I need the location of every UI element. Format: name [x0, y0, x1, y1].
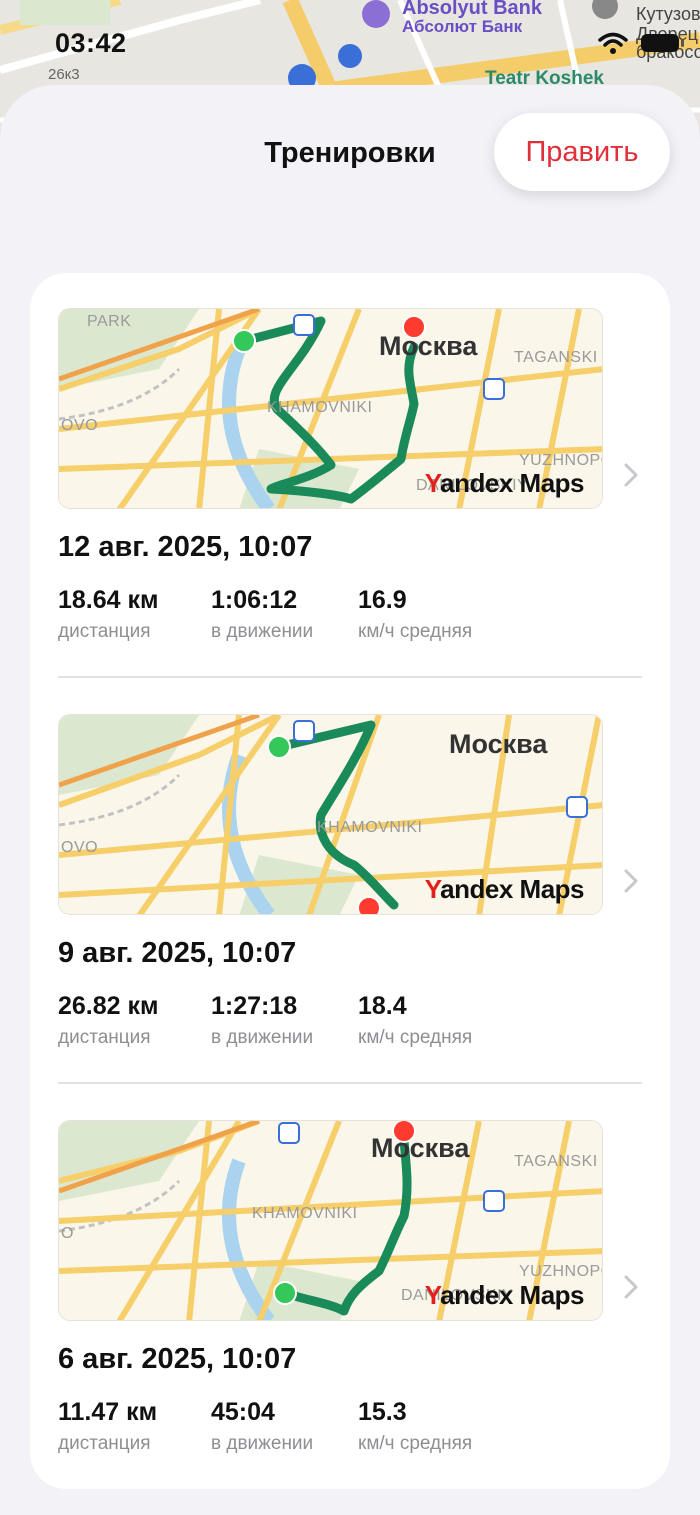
map-label-city: Москва	[371, 1133, 470, 1163]
workout-entry[interactable]: МоскваKHAMOVNIKITAGANSKIYUZHNOPORDANILOV…	[30, 1085, 670, 1490]
route-start-marker	[267, 735, 291, 759]
map-label-district3: YUZHNOPOR	[519, 1263, 602, 1280]
metro-icon	[293, 720, 315, 742]
stat-avg-speed: 18.4 км/ч средняя	[358, 992, 472, 1049]
route-map[interactable]: МоскваKHAMOVNIKIDANILOVSKIYOVO Yandex Ma…	[58, 714, 603, 915]
avg-speed-value: 16.9	[358, 586, 407, 614]
stat-moving-time: 1:06:12 в движении	[211, 586, 313, 643]
stat-moving-time: 1:27:18 в движении	[211, 992, 313, 1049]
map-label-district1: KHAMOVNIKI	[252, 1205, 358, 1222]
map-label-district6: OVO	[61, 839, 99, 856]
metro-icon	[293, 314, 315, 336]
distance-value: 11.47 км	[58, 1398, 158, 1426]
route-end-marker	[357, 896, 381, 914]
status-time: 03:42	[55, 28, 127, 58]
map-label-district6: O	[61, 1225, 74, 1242]
battery-icon	[641, 34, 684, 52]
wifi-icon	[598, 32, 628, 54]
distance-label: дистанция	[58, 1027, 151, 1048]
chevron-right-icon[interactable]	[624, 869, 638, 893]
yandex-maps-logo: Yandex Maps	[424, 1280, 585, 1310]
avg-speed-value: 15.3	[358, 1398, 407, 1426]
workout-date: 12 авг. 2025, 10:07	[58, 531, 313, 563]
place-kutuzov: Кутузов	[636, 4, 700, 24]
avg-speed-label: км/ч средняя	[358, 1027, 473, 1048]
stat-avg-speed: 15.3 км/ч средняя	[358, 1398, 472, 1455]
map-label-park: PARK	[87, 313, 132, 330]
divider	[58, 676, 642, 678]
distance-value: 26.82 км	[58, 992, 159, 1020]
yandex-maps-logo: Yandex Maps	[424, 874, 585, 904]
yandex-maps-logo: Yandex Maps	[424, 468, 585, 498]
avg-speed-label: км/ч средняя	[358, 1433, 473, 1454]
chevron-right-icon[interactable]	[624, 463, 638, 487]
map-label-district1: KHAMOVNIKI	[267, 399, 373, 416]
distance-label: дистанция	[58, 621, 151, 642]
map-label-city: Москва	[379, 331, 478, 361]
status-icons	[598, 32, 686, 54]
moving-time-value: 1:06:12	[211, 586, 298, 614]
moving-time-value: 45:04	[211, 1398, 275, 1426]
bank-name-ru: Абсолют Банк	[402, 17, 523, 36]
distance-value: 18.64 км	[58, 586, 159, 614]
workouts-list: МоскваPARKKHAMOVNIKITAGANSKIYUZHNOPORDAN…	[30, 273, 670, 1489]
distance-label: дистанция	[58, 1433, 151, 1454]
metro-icon	[278, 1122, 300, 1144]
edit-button[interactable]: Править	[494, 113, 670, 191]
workout-date: 6 авг. 2025, 10:07	[58, 1343, 297, 1375]
route-start-marker	[232, 329, 256, 353]
stat-distance: 18.64 км дистанция	[58, 586, 159, 643]
avg-speed-value: 18.4	[358, 992, 407, 1020]
chevron-right-icon[interactable]	[624, 1275, 638, 1299]
stat-moving-time: 45:04 в движении	[211, 1398, 313, 1455]
map-label-district1: KHAMOVNIKI	[317, 819, 423, 836]
workout-entry[interactable]: МоскваPARKKHAMOVNIKITAGANSKIYUZHNOPORDAN…	[30, 273, 670, 678]
stat-distance: 26.82 км дистанция	[58, 992, 159, 1049]
moving-time-value: 1:27:18	[211, 992, 298, 1020]
workout-entry[interactable]: МоскваKHAMOVNIKIDANILOVSKIYOVO Yandex Ma…	[30, 679, 670, 1084]
map-label-city: Москва	[449, 729, 548, 759]
stat-distance: 11.47 км дистанция	[58, 1398, 157, 1455]
moving-time-label: в движении	[211, 1433, 314, 1454]
metro-icon	[483, 378, 505, 400]
map-label-district2: TAGANSKI	[514, 349, 598, 366]
metro-icon	[566, 796, 588, 818]
workout-date: 9 авг. 2025, 10:07	[58, 937, 297, 969]
metro-icon	[483, 1190, 505, 1212]
divider	[58, 1082, 642, 1084]
stat-avg-speed: 16.9 км/ч средняя	[358, 586, 472, 643]
building-label: 26к3	[48, 66, 80, 83]
route-start-marker	[273, 1281, 297, 1305]
route-map[interactable]: МоскваKHAMOVNIKITAGANSKIYUZHNOPORDANILOV…	[58, 1120, 603, 1321]
avg-speed-label: км/ч средняя	[358, 621, 473, 642]
moving-time-label: в движении	[211, 621, 314, 642]
map-label-district6: OVO	[61, 417, 99, 434]
route-map[interactable]: МоскваPARKKHAMOVNIKITAGANSKIYUZHNOPORDAN…	[58, 308, 603, 509]
map-label-district2: TAGANSKI	[514, 1153, 598, 1170]
moving-time-label: в движении	[211, 1027, 314, 1048]
